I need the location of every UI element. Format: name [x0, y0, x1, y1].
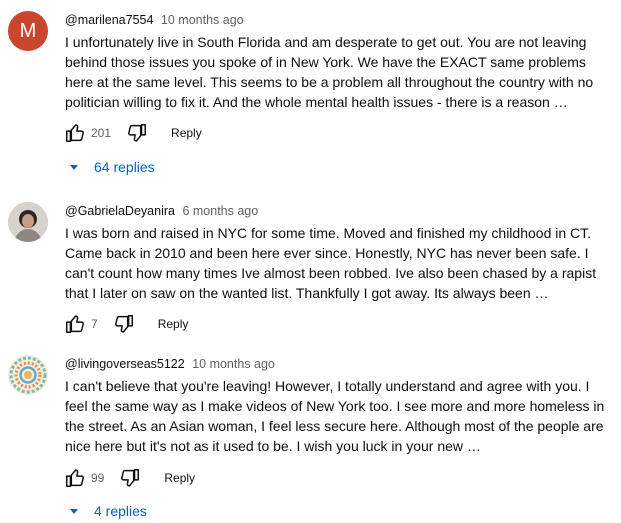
reply-button[interactable]: Reply: [171, 126, 202, 140]
view-replies-button[interactable]: 4 replies: [68, 500, 147, 522]
like-count: 99: [91, 471, 105, 485]
comment-text: I can't believe that you're leaving! How…: [65, 378, 605, 454]
comment-text: I unfortunately live in South Florida an…: [65, 34, 594, 110]
comment-actions: 7 Reply: [63, 312, 188, 336]
replies-label: 4 replies: [94, 503, 147, 519]
comment-header: @livingoverseas5122 10 months ago: [65, 355, 605, 373]
replies-label: 64 replies: [94, 159, 155, 175]
comment-text: I was born and raised in NYC for some ti…: [65, 225, 597, 301]
dislike-icon[interactable]: [112, 312, 136, 336]
like-icon[interactable]: [63, 466, 87, 490]
author-name[interactable]: @GabrielaDeyanira: [65, 204, 175, 218]
view-replies-button[interactable]: 64 replies: [68, 156, 155, 178]
avatar[interactable]: [8, 355, 48, 395]
chevron-down-icon: [70, 165, 78, 170]
timestamp[interactable]: 10 months ago: [161, 13, 244, 27]
like-icon[interactable]: [63, 121, 87, 145]
like-count: 7: [91, 317, 98, 331]
reply-button[interactable]: Reply: [164, 471, 195, 485]
like-count: 201: [91, 126, 112, 140]
comment-actions: 99 Reply: [63, 466, 195, 490]
avatar-letter: M: [19, 19, 37, 42]
avatar[interactable]: [8, 202, 48, 242]
comment-header: @GabrielaDeyanira 6 months ago: [65, 202, 605, 220]
author-name[interactable]: @livingoverseas5122: [65, 357, 185, 371]
dislike-icon[interactable]: [125, 121, 149, 145]
like-icon[interactable]: [63, 312, 87, 336]
avatar[interactable]: M: [8, 11, 48, 51]
author-name[interactable]: @marilena7554: [65, 13, 153, 27]
comment-actions: 201 Reply: [63, 121, 202, 145]
reply-button[interactable]: Reply: [158, 317, 189, 331]
chevron-down-icon: [70, 509, 78, 514]
timestamp[interactable]: 6 months ago: [182, 204, 258, 218]
timestamp[interactable]: 10 months ago: [192, 357, 275, 371]
comment-header: @marilena7554 10 months ago: [65, 11, 605, 29]
dislike-icon[interactable]: [118, 466, 142, 490]
